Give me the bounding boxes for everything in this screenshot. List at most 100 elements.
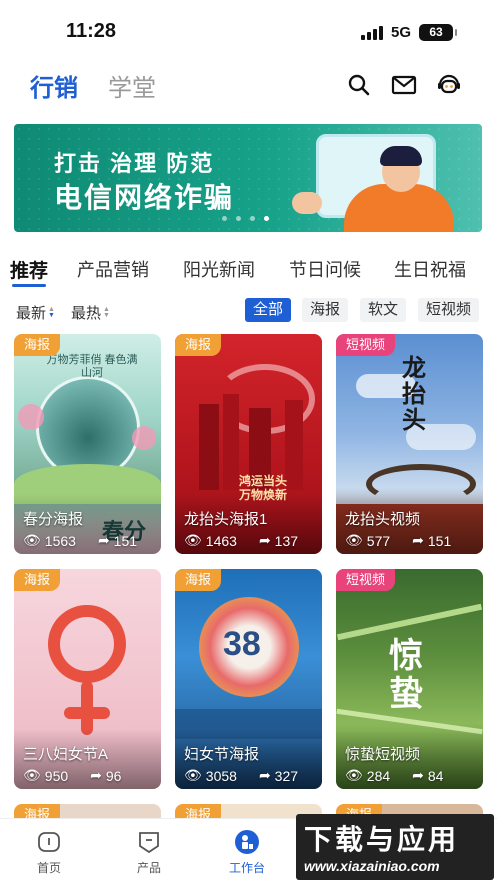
banner-title: 电信网络诈骗 xyxy=(54,182,235,213)
share-count: 151 xyxy=(113,532,138,549)
workbench-icon xyxy=(235,830,259,854)
share-count: 137 xyxy=(274,532,299,549)
tab-academy[interactable]: 学堂 xyxy=(108,68,156,103)
card-title: 三八妇女节A xyxy=(23,746,109,763)
banner-dot-active[interactable] xyxy=(264,216,269,221)
card-badge: 短视频 xyxy=(336,334,396,356)
nav-home-label: 首页 xyxy=(36,861,61,875)
share-count: 96 xyxy=(105,767,122,784)
eye-icon: 👁 xyxy=(345,532,363,548)
view-count: 1463 xyxy=(205,532,237,549)
status-bar: 11:28 5G 63 xyxy=(0,0,497,62)
banner-headline: 打击 治理 防范 xyxy=(54,151,215,176)
filter-bar: 最新 ▲ ▼ 最热 ▲ ▼ 全部 海报 软文 短视频 xyxy=(0,298,497,324)
status-time: 11:28 xyxy=(66,20,117,42)
view-count: 950 xyxy=(44,767,69,784)
banner-pagination xyxy=(222,216,269,221)
share-icon: ➦ xyxy=(258,767,271,783)
banner-hand-illustration xyxy=(292,192,322,214)
home-icon xyxy=(38,832,60,852)
share-icon: ➦ xyxy=(90,767,102,783)
share-icon: ➦ xyxy=(97,532,110,548)
share-count: 151 xyxy=(427,532,452,549)
mail-icon[interactable] xyxy=(389,70,419,100)
card-stats: 👁 950 ➦ 96 xyxy=(23,767,121,784)
card-art-flower-ring xyxy=(48,605,126,683)
chip-article[interactable]: 软文 xyxy=(360,298,407,322)
content-card[interactable]: 惊蛰 短视频 惊蛰短视频 👁 284 ➦ 84 xyxy=(336,569,483,789)
watermark-url: www.xiazainiao.com xyxy=(304,858,440,874)
chip-all[interactable]: 全部 xyxy=(245,298,292,322)
category-tab-birthday[interactable]: 生日祝福 xyxy=(394,256,466,282)
sort-latest[interactable]: 最新 ▲ ▼ xyxy=(16,302,55,323)
content-card[interactable]: 鸿运当头 万物焕新 海报 龙抬头海报1 👁1463 ➦137 xyxy=(175,334,322,554)
product-icon xyxy=(139,832,159,854)
share-icon: ➦ xyxy=(412,532,424,548)
content-card[interactable]: 38 海报 妇女节海报 👁 3058 ➦ 327 xyxy=(175,569,322,789)
card-stats: 👁 1563 ➦ 151 xyxy=(23,532,137,549)
nav-product-label: 产品 xyxy=(136,861,161,875)
category-tab-recommend[interactable]: 推荐 xyxy=(10,256,48,283)
card-art-buildings xyxy=(199,404,219,490)
eye-icon: 👁 xyxy=(184,532,202,548)
network-type: 5G xyxy=(390,24,411,41)
card-art-text: 龙抬头 xyxy=(402,355,426,434)
nav-product[interactable]: 产品 xyxy=(114,829,184,876)
chip-short-video[interactable]: 短视频 xyxy=(418,298,480,322)
banner-dot[interactable] xyxy=(222,216,227,221)
card-title: 龙抬头视频 xyxy=(345,511,421,528)
eye-icon: 👁 xyxy=(345,767,363,783)
card-title: 惊蛰短视频 xyxy=(345,746,421,763)
card-badge: 海报 xyxy=(14,569,61,591)
nav-workbench-label: 工作台 xyxy=(228,861,265,875)
chip-poster[interactable]: 海报 xyxy=(302,298,349,322)
category-tab-holiday[interactable]: 节日问候 xyxy=(289,256,361,282)
content-card[interactable]: 万物芳菲俏 春色满山河 春分 海报 春分海报 👁1563 ➦151 xyxy=(14,334,161,554)
card-stats: 👁 3058 ➦ 327 xyxy=(184,767,298,784)
banner-dot[interactable] xyxy=(250,216,255,221)
nav-home[interactable]: 首页 xyxy=(14,829,84,876)
category-tab-underline xyxy=(12,284,46,287)
view-count: 577 xyxy=(366,532,391,549)
nav-workbench[interactable]: 工作台 xyxy=(212,829,282,876)
share-count: 327 xyxy=(274,767,299,784)
share-icon: ➦ xyxy=(258,532,271,548)
tab-marketing[interactable]: 行销 xyxy=(30,68,78,103)
battery-icon: 63 xyxy=(419,24,457,41)
banner-dot[interactable] xyxy=(236,216,241,221)
search-icon[interactable] xyxy=(344,70,374,100)
signal-icon xyxy=(360,25,383,40)
sort-hottest[interactable]: 最热 ▲ ▼ xyxy=(71,302,110,323)
card-badge: 短视频 xyxy=(336,569,396,591)
view-count: 1563 xyxy=(44,532,76,549)
card-art-text: 惊蛰 xyxy=(389,637,423,713)
share-icon: ➦ xyxy=(412,767,424,783)
watermark-title: 下载与应用 xyxy=(304,824,460,855)
category-tab-news[interactable]: 阳光新闻 xyxy=(183,256,255,282)
card-badge: 海报 xyxy=(14,334,61,356)
eye-icon: 👁 xyxy=(23,532,41,548)
card-title: 龙抬头海报1 xyxy=(184,511,268,528)
site-watermark: 下载与应用 www.xiazainiao.com xyxy=(296,814,494,880)
share-count: 84 xyxy=(427,767,444,784)
card-stats: 👁 1463 ➦ 137 xyxy=(184,532,298,549)
card-stats: 👁 284 ➦ 84 xyxy=(345,767,443,784)
card-badge: 海报 xyxy=(175,334,222,356)
category-tab-product[interactable]: 产品营销 xyxy=(77,256,149,282)
card-art-caption: 万物芳菲俏 春色满山河 xyxy=(46,354,138,379)
sort-latest-label: 最新 xyxy=(16,305,47,322)
sort-hottest-label: 最热 xyxy=(71,305,102,322)
content-card[interactable]: 海报 三八妇女节A 👁 950 ➦ 96 xyxy=(14,569,161,789)
customer-service-icon[interactable] xyxy=(434,70,464,100)
card-art-text: 38 xyxy=(223,625,261,663)
card-stats: 👁 577 ➦ 151 xyxy=(345,532,451,549)
eye-icon: 👁 xyxy=(184,767,202,783)
card-title: 妇女节海报 xyxy=(184,746,260,763)
content-card[interactable]: 龙抬头 短视频 龙抬头视频 👁 577 ➦ 151 xyxy=(336,334,483,554)
card-title: 春分海报 xyxy=(23,511,84,528)
status-indicators: 5G 63 xyxy=(360,24,457,41)
eye-icon: 👁 xyxy=(23,767,41,783)
sort-arrows-icon: ▲ ▼ xyxy=(103,305,110,319)
view-count: 3058 xyxy=(205,767,237,784)
view-count: 284 xyxy=(366,767,391,784)
